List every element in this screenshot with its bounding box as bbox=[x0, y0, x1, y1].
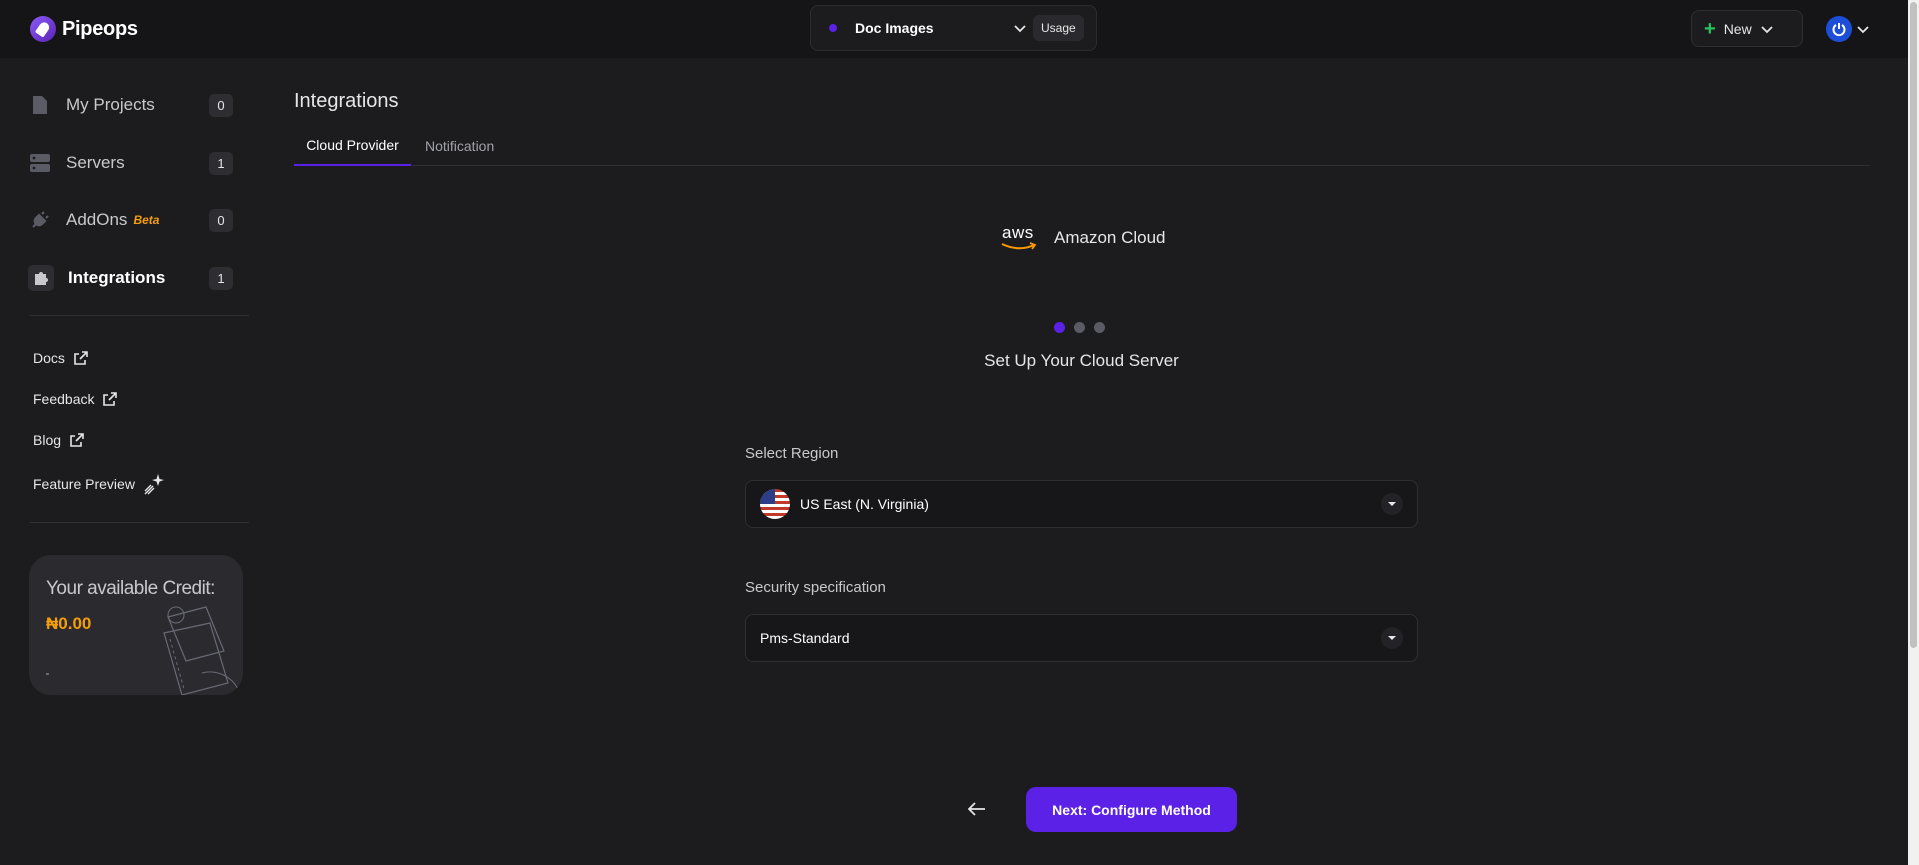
count-badge: 1 bbox=[209, 266, 233, 290]
external-link-icon bbox=[103, 392, 118, 406]
usage-button[interactable]: Usage bbox=[1033, 15, 1084, 41]
chevron-down-icon[interactable] bbox=[1013, 21, 1027, 35]
count-badge: 0 bbox=[209, 93, 233, 117]
top-bar: Pipeops Doc Images Usage + New bbox=[0, 0, 1908, 58]
page-title: Integrations bbox=[294, 90, 399, 112]
project-name: Doc Images bbox=[855, 20, 934, 36]
blog-link[interactable]: Blog bbox=[33, 432, 85, 448]
sidebar-divider bbox=[29, 315, 249, 316]
count-badge: 0 bbox=[209, 208, 233, 232]
step-dot-3 bbox=[1094, 322, 1105, 333]
plus-icon: + bbox=[1704, 17, 1716, 40]
security-value: Pms-Standard bbox=[760, 630, 850, 646]
next-configure-method-button[interactable]: Next: Configure Method bbox=[1026, 787, 1237, 832]
project-switcher[interactable]: Doc Images Usage bbox=[810, 5, 1097, 51]
provider-name: Amazon Cloud bbox=[1054, 228, 1166, 247]
user-menu[interactable] bbox=[1826, 10, 1870, 47]
scrollbar[interactable] bbox=[1908, 0, 1919, 865]
sidebar-item-label: Servers bbox=[66, 153, 125, 172]
beta-badge: Beta bbox=[133, 213, 160, 227]
step-dot-2 bbox=[1074, 322, 1085, 333]
file-icon bbox=[28, 93, 52, 117]
step-dot-1 bbox=[1054, 322, 1065, 333]
security-label: Security specification bbox=[745, 579, 886, 596]
sidebar: My Projects 0 Servers 1 AddOns Beta 0 In… bbox=[0, 58, 260, 865]
region-select[interactable]: US East (N. Virginia) bbox=[745, 480, 1418, 528]
tab-cloud-provider[interactable]: Cloud Provider bbox=[294, 126, 411, 166]
puzzle-icon bbox=[28, 265, 54, 291]
sidebar-divider bbox=[29, 522, 249, 523]
external-link-icon bbox=[70, 433, 84, 447]
feedback-link[interactable]: Feedback bbox=[33, 391, 118, 407]
step-title: Set Up Your Cloud Server bbox=[984, 351, 1179, 370]
server-icon bbox=[28, 151, 52, 175]
scrollbar-thumb[interactable] bbox=[1910, 2, 1917, 648]
count-badge: 1 bbox=[209, 151, 233, 175]
chevron-down-icon bbox=[1761, 25, 1773, 33]
region-value: US East (N. Virginia) bbox=[800, 496, 929, 512]
arrow-left-icon bbox=[968, 802, 985, 816]
sidebar-item-my-projects[interactable]: My Projects 0 bbox=[28, 85, 233, 125]
caret-down-icon bbox=[1381, 627, 1403, 649]
sparkle-icon bbox=[144, 474, 164, 495]
rocket-logo-icon bbox=[30, 16, 56, 42]
region-label: Select Region bbox=[745, 445, 839, 462]
credit-card: Your available Credit: ₦0.00 bbox=[29, 555, 243, 695]
back-button[interactable] bbox=[965, 797, 989, 821]
feature-preview-link[interactable]: Feature Preview bbox=[33, 472, 167, 496]
tab-bar: Cloud Provider Notification bbox=[294, 126, 1870, 166]
feedback-link-label: Feedback bbox=[33, 391, 95, 407]
security-select[interactable]: Pms-Standard bbox=[745, 614, 1418, 662]
aws-smile-icon bbox=[1001, 242, 1037, 250]
sidebar-item-label: Integrations bbox=[68, 268, 166, 287]
sidebar-item-addons[interactable]: AddOns Beta 0 bbox=[28, 200, 233, 240]
avatar[interactable] bbox=[1826, 15, 1852, 42]
sidebar-item-servers[interactable]: Servers 1 bbox=[28, 143, 233, 183]
aws-logo-icon: aws bbox=[1000, 223, 1040, 253]
project-status-dot bbox=[829, 24, 837, 32]
chevron-down-icon bbox=[1857, 25, 1869, 33]
card-dot bbox=[46, 673, 49, 675]
sidebar-item-integrations[interactable]: Integrations 1 bbox=[28, 258, 233, 298]
app-logo[interactable]: Pipeops bbox=[30, 16, 138, 42]
us-flag-icon bbox=[760, 489, 790, 519]
plug-icon bbox=[28, 208, 52, 232]
caret-down-icon bbox=[1381, 493, 1403, 515]
step-indicator bbox=[1054, 322, 1105, 333]
blog-link-label: Blog bbox=[33, 432, 62, 448]
feature-preview-label: Feature Preview bbox=[33, 476, 135, 492]
provider-header: aws Amazon Cloud bbox=[1000, 223, 1166, 253]
sidebar-item-label: My Projects bbox=[66, 95, 155, 114]
sidebar-item-label: AddOns bbox=[66, 210, 128, 229]
power-icon bbox=[1832, 22, 1846, 36]
tab-notification[interactable]: Notification bbox=[425, 126, 494, 166]
new-button-label: New bbox=[1723, 20, 1752, 37]
wallet-illustration-icon bbox=[163, 606, 239, 695]
credit-title: Your available Credit: bbox=[46, 578, 215, 599]
new-button[interactable]: + New bbox=[1691, 10, 1803, 47]
app-name: Pipeops bbox=[62, 17, 138, 40]
credit-amount: ₦0.00 bbox=[46, 614, 92, 633]
aws-logo-text: aws bbox=[1002, 223, 1034, 242]
